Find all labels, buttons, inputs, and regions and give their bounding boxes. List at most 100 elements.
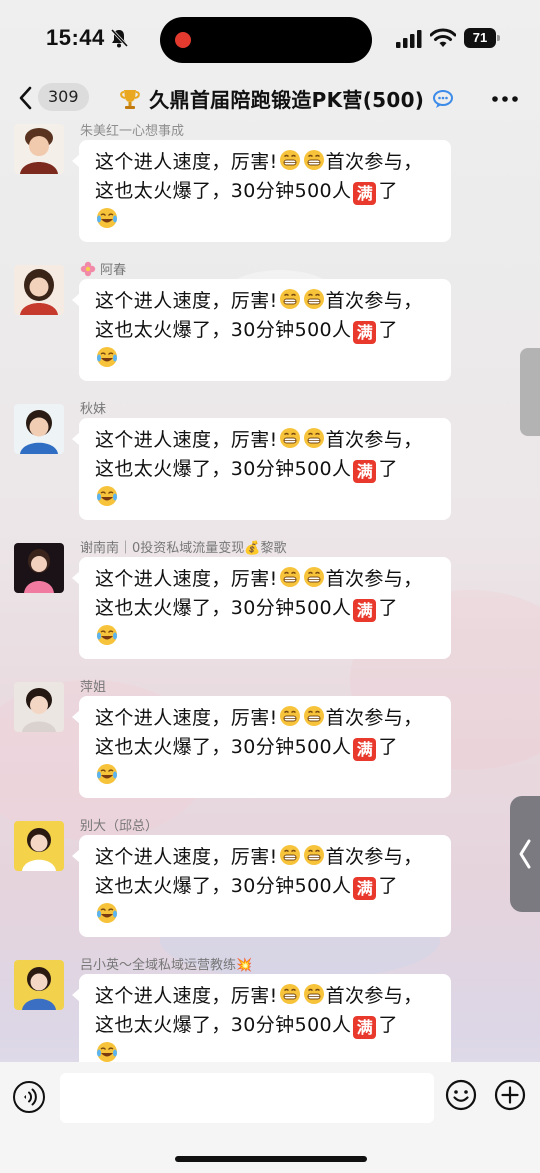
unread-count-badge: 309 [38, 83, 89, 111]
sender-name: 朱美红一心想事成 [80, 120, 184, 139]
message-text: 这个进人速度，厉害! 首次参与，这也太火爆了，30分钟500人满了 [95, 148, 437, 235]
message-text: 这个进人速度，厉害! 首次参与，这也太火爆了，30分钟500人满了 [95, 565, 437, 652]
tears-of-joy-icon [97, 208, 117, 228]
chevron-left-icon [519, 839, 531, 869]
message-text-part: 这个进人速度，厉害! [95, 985, 278, 1007]
dynamic-island [160, 17, 372, 63]
back-button[interactable]: 309 [14, 80, 94, 114]
avatar[interactable] [14, 543, 64, 593]
message-text: 这个进人速度，厉害! 首次参与，这也太火爆了，30分钟500人满了 [95, 843, 437, 930]
message-item: 阿春 这个进人速度，厉害! 首次参与，这也太火爆了，30分钟500人满了 [0, 257, 540, 395]
full-badge-icon: 满 [353, 460, 377, 483]
grin-icon [303, 984, 324, 1004]
tears-of-joy-icon [97, 625, 117, 645]
grin-icon [279, 428, 300, 448]
full-badge-icon: 满 [353, 877, 377, 900]
full-badge-icon: 满 [353, 321, 377, 344]
message-text-part: 这个进人速度，厉害! [95, 846, 278, 868]
sender-name-text: 阿春 [100, 263, 127, 278]
sender-name-text: 吕小英～全域私域运营教练💥 [80, 958, 253, 973]
sender-name: 秋妹 [80, 398, 106, 417]
sender-name: 阿春 [80, 259, 126, 278]
full-badge-icon: 满 [353, 738, 377, 761]
message-text-part: 这个进人速度，厉害! [95, 429, 278, 451]
signal-icon [396, 30, 422, 48]
plus-circle-icon[interactable] [494, 1079, 526, 1111]
avatar[interactable] [14, 265, 64, 315]
chat-bubble-icon [432, 89, 453, 108]
message-item: 朱美红一心想事成 这个进人速度，厉害! 首次参与，这也太火爆了，30分钟500人满… [0, 118, 540, 256]
sender-name: 萍姐 [80, 676, 106, 695]
grin-icon [303, 706, 324, 726]
grin-icon [279, 984, 300, 1004]
side-collapse-tab[interactable] [510, 796, 540, 912]
chat-title[interactable]: 久鼎首届陪跑锻造PK营(500) [118, 84, 453, 113]
message-bubble[interactable]: 这个进人速度，厉害! 首次参与，这也太火爆了，30分钟500人满了 [72, 974, 451, 1063]
home-indicator[interactable] [175, 1156, 367, 1162]
message-bubble[interactable]: 这个进人速度，厉害! 首次参与，这也太火爆了，30分钟500人满了 [72, 279, 451, 381]
grin-icon [279, 845, 300, 865]
message-bubble[interactable]: 这个进人速度，厉害! 首次参与，这也太火爆了，30分钟500人满了 [72, 696, 451, 798]
sender-name-text: 谢南南｜0投资私域流量变现💰黎歌 [80, 541, 287, 556]
side-drag-handle[interactable] [520, 348, 540, 436]
message-text: 这个进人速度，厉害! 首次参与，这也太火爆了，30分钟500人满了 [95, 704, 437, 791]
message-item: 吕小英～全域私域运营教练💥 这个进人速度，厉害! 首次参与，这也太火爆了，30分钟… [0, 952, 540, 1063]
avatar[interactable] [14, 404, 64, 454]
sender-name-text: 萍姐 [80, 680, 107, 695]
grin-icon [279, 150, 300, 170]
message-item: 萍姐 这个进人速度，厉害! 首次参与，这也太火爆了，30分钟500人满了 [0, 674, 540, 812]
avatar[interactable] [14, 682, 64, 732]
message-item: 谢南南｜0投资私域流量变现💰黎歌 这个进人速度，厉害! 首次参与，这也太火爆了，3… [0, 535, 540, 673]
message-item: 秋妹 这个进人速度，厉害! 首次参与，这也太火爆了，30分钟500人满了 [0, 396, 540, 534]
sender-name-text: 朱美红一心想事成 [80, 124, 185, 139]
message-bubble[interactable]: 这个进人速度，厉害! 首次参与，这也太火爆了，30分钟500人满了 [72, 418, 451, 520]
chat-header: 309 久鼎首届陪跑锻造PK营(500) [0, 72, 540, 122]
sender-name-text: 别大（邱总） [80, 819, 159, 834]
message-text-part: 了 [378, 875, 398, 897]
grin-icon [303, 567, 324, 587]
message-bubble[interactable]: 这个进人速度，厉害! 首次参与，这也太火爆了，30分钟500人满了 [72, 835, 451, 937]
voice-icon [24, 1088, 37, 1106]
trophy-icon [120, 89, 140, 109]
message-bubble[interactable]: 这个进人速度，厉害! 首次参与，这也太火爆了，30分钟500人满了 [72, 140, 451, 242]
tears-of-joy-icon [97, 486, 117, 506]
message-input[interactable] [60, 1073, 434, 1123]
grin-icon [303, 289, 324, 309]
message-text-part: 了 [378, 319, 398, 341]
avatar[interactable] [14, 821, 64, 871]
grin-icon [279, 706, 300, 726]
status-time: 15:44 [46, 25, 105, 50]
grin-icon [279, 567, 300, 587]
message-text-part: 这个进人速度，厉害! [95, 707, 278, 729]
grin-icon [279, 289, 300, 309]
message-item: 别大（邱总） 这个进人速度，厉害! 首次参与，这也太火爆了，30分钟500人满了 [0, 813, 540, 951]
message-text-part: 这个进人速度，厉害! [95, 568, 278, 590]
chat-title-text: 久鼎首届陪跑锻造PK营(500) [149, 88, 425, 112]
chevron-left-icon [19, 86, 32, 110]
avatar[interactable] [14, 124, 64, 174]
wifi-icon [430, 28, 456, 47]
message-text-part: 了 [378, 736, 398, 758]
sender-name-text: 秋妹 [80, 402, 107, 417]
emoji-face-icon[interactable] [445, 1079, 477, 1111]
message-list[interactable]: 朱美红一心想事成 这个进人速度，厉害! 首次参与，这也太火爆了，30分钟500人满… [0, 118, 540, 1063]
full-badge-icon: 满 [353, 1016, 377, 1039]
sender-name: 吕小英～全域私域运营教练💥 [80, 954, 252, 973]
message-bubble[interactable]: 这个进人速度，厉害! 首次参与，这也太火爆了，30分钟500人满了 [72, 557, 451, 659]
sender-name: 谢南南｜0投资私域流量变现💰黎歌 [80, 537, 286, 556]
tears-of-joy-icon [97, 903, 117, 923]
battery-icon: 71 [464, 28, 500, 48]
avatar[interactable] [14, 960, 64, 1010]
battery-tip [497, 35, 500, 41]
message-text: 这个进人速度，厉害! 首次参与，这也太火爆了，30分钟500人满了 [95, 426, 437, 513]
message-text-part: 了 [378, 458, 398, 480]
message-text-part: 这个进人速度，厉害! [95, 290, 278, 312]
message-text: 这个进人速度，厉害! 首次参与，这也太火爆了，30分钟500人满了 [95, 287, 437, 374]
sender-name: 别大（邱总） [80, 815, 158, 834]
bell-slash-icon [110, 28, 128, 48]
recording-indicator-icon [175, 32, 191, 48]
ellipsis-icon[interactable] [490, 94, 520, 104]
battery-level: 71 [464, 28, 496, 48]
tears-of-joy-icon [97, 347, 117, 367]
voice-button[interactable] [13, 1081, 45, 1113]
